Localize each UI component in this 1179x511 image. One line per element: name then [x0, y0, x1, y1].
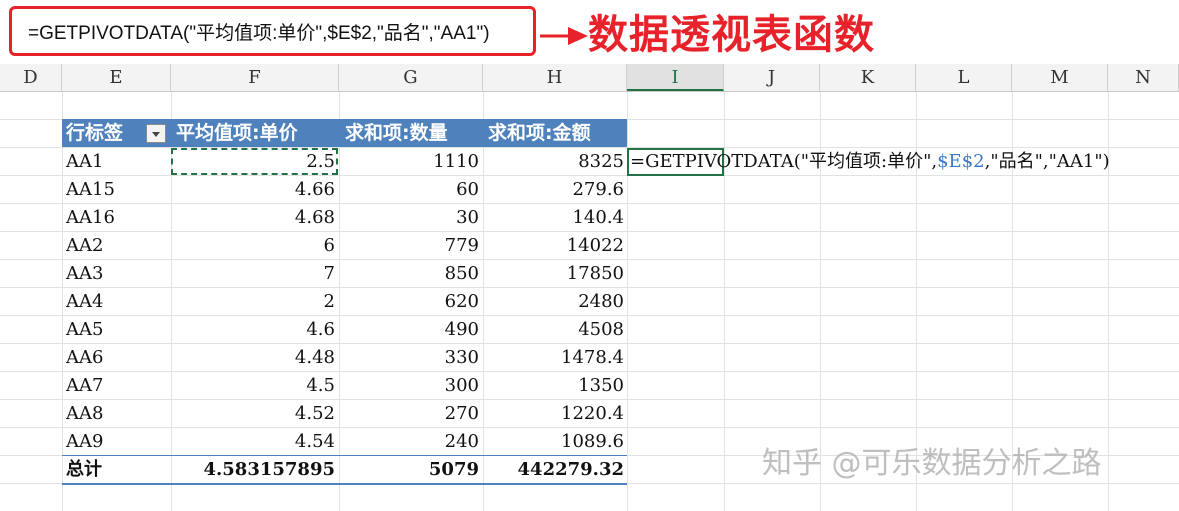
row-name[interactable]: AA7: [66, 372, 103, 400]
column-header-j[interactable]: J: [724, 64, 820, 91]
formula-suffix: ,"品名","AA1"): [984, 151, 1110, 172]
row-qty[interactable]: 270: [339, 400, 479, 428]
row-amount[interactable]: 1220.4: [483, 400, 624, 428]
row-price[interactable]: 7: [171, 260, 335, 288]
total-label[interactable]: 总计: [66, 456, 102, 484]
row-name[interactable]: AA16: [66, 204, 115, 232]
row-qty[interactable]: 330: [339, 344, 479, 372]
row-price[interactable]: 2: [171, 288, 335, 316]
column-header-e[interactable]: E: [62, 64, 171, 91]
total-qty[interactable]: 5079: [339, 456, 479, 484]
column-header-d[interactable]: D: [0, 64, 62, 91]
column-header-row: D E F G H I J K L M N: [0, 64, 1179, 92]
column-header-m[interactable]: M: [1012, 64, 1108, 91]
watermark: 知乎 @可乐数据分析之路: [762, 446, 1102, 481]
row-price[interactable]: 6: [171, 232, 335, 260]
row-name[interactable]: AA15: [66, 176, 115, 204]
column-header-n[interactable]: N: [1108, 64, 1179, 91]
formula-text: =GETPIVOTDATA("平均值项:单价",$E$2,"品名","AA1"): [28, 22, 490, 44]
row-name[interactable]: AA4: [66, 288, 103, 316]
row-label-filter-dropdown[interactable]: [146, 124, 166, 143]
row-name[interactable]: AA2: [66, 232, 103, 260]
row-name[interactable]: AA5: [66, 316, 103, 344]
row-name[interactable]: AA1: [66, 148, 103, 176]
row-qty[interactable]: 1110: [339, 148, 479, 176]
row-amount[interactable]: 140.4: [483, 204, 624, 232]
row-name[interactable]: AA3: [66, 260, 103, 288]
row-qty[interactable]: 240: [339, 428, 479, 456]
row-name[interactable]: AA8: [66, 400, 103, 428]
copy-selection-marquee: [171, 148, 338, 175]
row-amount[interactable]: 1478.4: [483, 344, 624, 372]
column-header-l[interactable]: L: [916, 64, 1012, 91]
row-qty[interactable]: 850: [339, 260, 479, 288]
row-price[interactable]: 4.66: [171, 176, 335, 204]
row-amount[interactable]: 8325: [483, 148, 624, 176]
row-price[interactable]: 4.54: [171, 428, 335, 456]
row-amount[interactable]: 17850: [483, 260, 624, 288]
row-qty[interactable]: 620: [339, 288, 479, 316]
row-price[interactable]: 4.48: [171, 344, 335, 372]
row-price[interactable]: 4.68: [171, 204, 335, 232]
pivot-header-avg-price: 平均值项:单价: [176, 122, 298, 144]
column-header-k[interactable]: K: [820, 64, 916, 91]
row-name[interactable]: AA6: [66, 344, 103, 372]
row-amount[interactable]: 4508: [483, 316, 624, 344]
column-header-g[interactable]: G: [339, 64, 483, 91]
cell-formula-text: =GETPIVOTDATA("平均值项:单价",$E$2,"品名","AA1"): [630, 148, 1110, 176]
row-amount[interactable]: 1350: [483, 372, 624, 400]
row-qty[interactable]: 30: [339, 204, 479, 232]
row-amount[interactable]: 2480: [483, 288, 624, 316]
column-header-i[interactable]: I: [627, 64, 724, 91]
row-qty[interactable]: 490: [339, 316, 479, 344]
row-qty[interactable]: 779: [339, 232, 479, 260]
row-qty[interactable]: 300: [339, 372, 479, 400]
formula-bar: =GETPIVOTDATA("平均值项:单价",$E$2,"品名","AA1")…: [0, 0, 1179, 65]
total-price[interactable]: 4.583157895: [171, 456, 335, 484]
pivot-header-sum-amount: 求和项:金额: [488, 122, 591, 144]
formula-reference: $E$2: [937, 151, 985, 172]
pivot-header-row-label: 行标签: [66, 122, 124, 144]
annotation-caption: 数据透视表函数: [588, 12, 875, 58]
total-row-bottom-border: [62, 483, 627, 485]
row-amount[interactable]: 14022: [483, 232, 624, 260]
arrow-icon: [540, 27, 588, 45]
row-qty[interactable]: 60: [339, 176, 479, 204]
formula-prefix: =GETPIVOTDATA("平均值项:单价",: [630, 151, 938, 172]
total-amount[interactable]: 442279.32: [483, 456, 624, 484]
row-amount[interactable]: 279.6: [483, 176, 624, 204]
pivot-header-sum-qty: 求和项:数量: [345, 122, 448, 144]
column-header-f[interactable]: F: [171, 64, 339, 91]
formula-input[interactable]: =GETPIVOTDATA("平均值项:单价",$E$2,"品名","AA1"): [9, 6, 536, 56]
row-name[interactable]: AA9: [66, 428, 103, 456]
row-price[interactable]: 4.5: [171, 372, 335, 400]
row-price[interactable]: 4.52: [171, 400, 335, 428]
row-amount[interactable]: 1089.6: [483, 428, 624, 456]
column-header-h[interactable]: H: [483, 64, 627, 91]
row-price[interactable]: 4.6: [171, 316, 335, 344]
